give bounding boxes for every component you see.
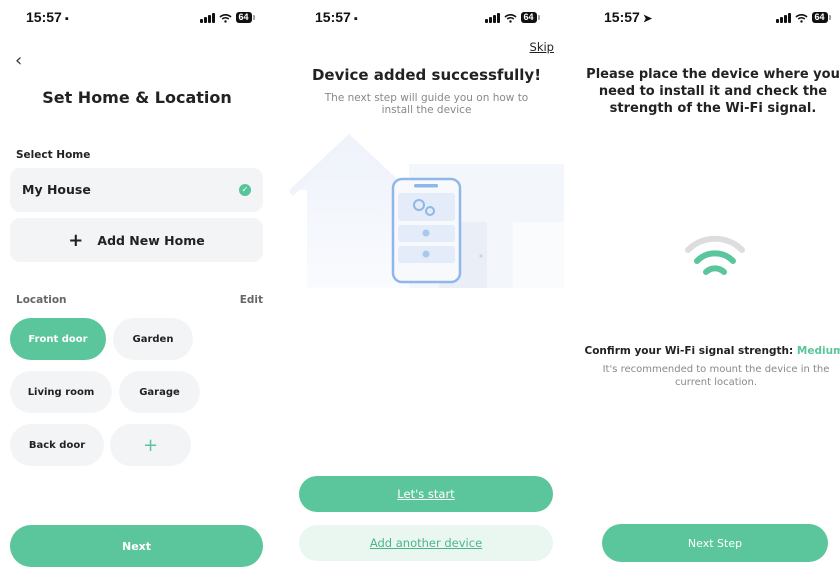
add-new-home-button[interactable]: + Add New Home (10, 218, 263, 262)
location-chip-garden[interactable]: Garden (113, 318, 193, 360)
battery-icon: 64 (520, 12, 540, 23)
check-circle-icon: ✓ (239, 184, 251, 196)
battery-icon: 64 (811, 12, 831, 23)
mount-recommendation: It's recommended to mount the device in … (602, 364, 830, 388)
chevron-left-icon: ‹ (15, 50, 23, 71)
edit-locations-button[interactable]: Edit (240, 294, 263, 306)
status-time: 15:57 ▪ (315, 9, 358, 25)
location-chip-garage[interactable]: Garage (119, 371, 200, 413)
status-time: 15:57 ▪ (26, 9, 69, 25)
sim-card-icon: ▪ (64, 13, 69, 25)
signal-confirmation: Confirm your Wi-Fi signal strength: Medi… (578, 345, 840, 357)
status-icons: 64 (200, 12, 255, 23)
wifi-status-icon (503, 13, 517, 23)
wifi-status-icon (794, 13, 808, 23)
status-bar: 15:57 ▪ 64 (289, 9, 564, 27)
home-name: My House (22, 182, 91, 197)
add-home-label: Add New Home (97, 232, 205, 248)
cellular-signal-icon (200, 12, 215, 23)
cellular-signal-icon (776, 12, 791, 23)
plus-icon: + (142, 434, 159, 456)
location-arrow-icon: ➤ (642, 13, 653, 25)
home-option-my-house[interactable]: My House ✓ (10, 168, 263, 212)
location-chip-front-door[interactable]: Front door (10, 318, 106, 360)
wifi-signal-icon (685, 235, 745, 275)
add-another-device-button[interactable]: Add another device (299, 525, 553, 561)
next-step-button[interactable]: Next Step (602, 524, 828, 562)
next-button[interactable]: Next (10, 525, 263, 567)
wifi-status-icon (218, 13, 232, 23)
status-bar: 15:57 ▪ 64 (0, 9, 274, 27)
confirm-text: Confirm your Wi-Fi signal strength: (584, 345, 794, 357)
lets-start-button[interactable]: Let's start (299, 476, 553, 512)
select-home-label: Select Home (16, 149, 91, 161)
back-button[interactable]: ‹ (15, 50, 22, 71)
cellular-signal-icon (485, 12, 500, 23)
plus-icon: + (68, 229, 84, 251)
page-subtitle: The next step will guide you on how to i… (324, 92, 529, 116)
page-title: Device added successfully! (311, 66, 542, 84)
location-label: Location (16, 294, 67, 306)
add-location-button[interactable]: + (110, 424, 191, 466)
wifi-strength-screen: 15:57 ➤ 64 Please place the device where … (578, 0, 840, 588)
device-house-illustration (289, 134, 564, 288)
location-chip-living-room[interactable]: Living room (10, 371, 112, 413)
sim-card-icon: ▪ (353, 13, 358, 25)
skip-link[interactable]: Skip (530, 40, 554, 54)
status-icons: 64 (776, 12, 831, 23)
battery-icon: 64 (235, 12, 255, 23)
set-home-location-screen: 15:57 ▪ 64 ‹ Set Home & Location Select H… (0, 0, 274, 588)
signal-strength-value: Medium (796, 345, 840, 357)
location-chip-back-door[interactable]: Back door (10, 424, 104, 466)
page-title: Please place the device where you need t… (586, 67, 840, 116)
page-title: Set Home & Location (42, 88, 232, 107)
device-added-screen: 15:57 ▪ 64 Skip Device added successfully… (289, 0, 564, 588)
status-time: 15:57 ➤ (604, 9, 653, 25)
status-bar: 15:57 ➤ 64 (578, 9, 840, 27)
status-icons: 64 (485, 12, 540, 23)
